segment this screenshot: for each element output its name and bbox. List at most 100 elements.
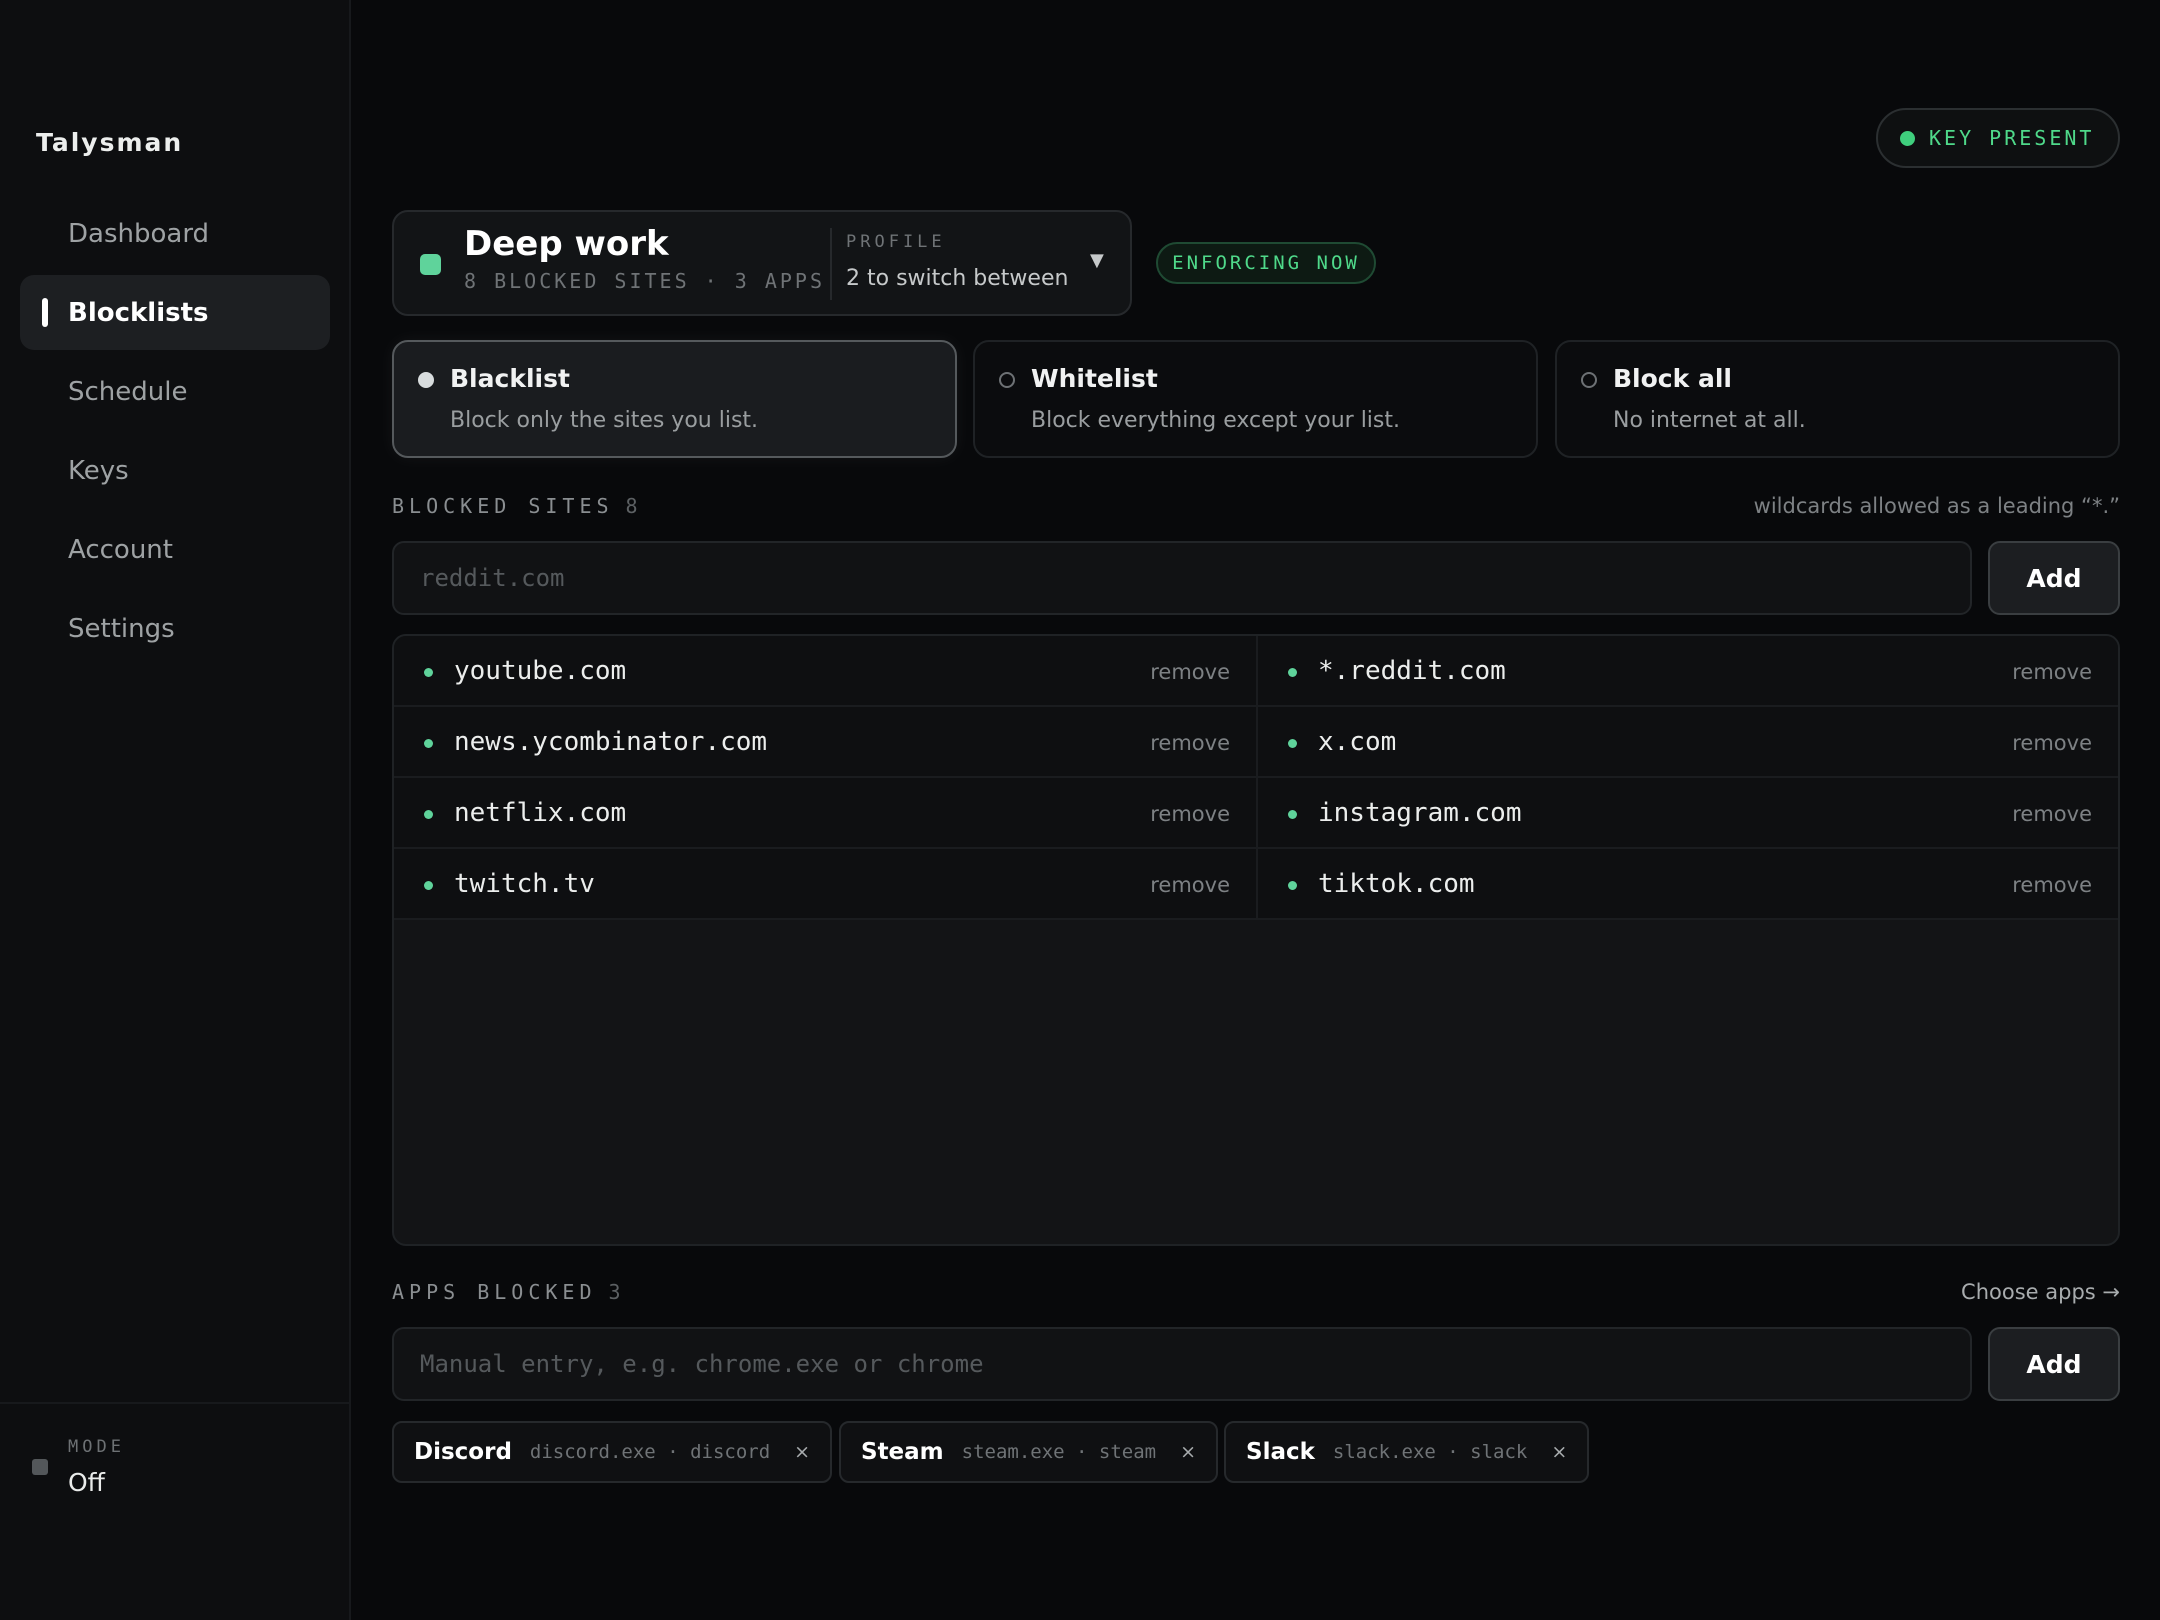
active-indicator: [42, 298, 48, 327]
wildcard-hint: wildcards allowed as a leading “*.”: [1753, 494, 2120, 518]
blocked-sites-count: 8: [625, 494, 643, 518]
remove-site-button[interactable]: remove: [1150, 731, 1230, 755]
sidebar: Talysman Dashboard Blocklists Schedule K…: [0, 0, 351, 1620]
mode-option-title: Whitelist: [1031, 364, 1158, 393]
divider: [830, 228, 832, 300]
mode-option-desc: Block everything except your list.: [1031, 408, 1400, 433]
remove-site-button[interactable]: remove: [2012, 873, 2092, 897]
bullet-icon: [424, 739, 433, 748]
site-name: instagram.com: [1318, 798, 1522, 828]
app-chip-meta: discord.exe · discord: [529, 1441, 771, 1463]
status-dot-icon: [1900, 130, 1915, 146]
choose-apps-link[interactable]: Choose apps →: [1961, 1280, 2120, 1304]
remove-site-button[interactable]: remove: [2012, 660, 2092, 684]
mode-indicator-icon: [32, 1459, 48, 1475]
apps-blocked-label: APPS BLOCKED: [392, 1280, 597, 1304]
app-chip-name: Discord: [414, 1439, 512, 1465]
site-name: tiktok.com: [1318, 869, 1475, 899]
radio-selected-icon: [418, 372, 434, 388]
mode-option-title: Block all: [1613, 364, 1732, 393]
apps-blocked-heading: APPS BLOCKED 3: [392, 1280, 626, 1304]
app-chip-meta: steam.exe · steam: [961, 1441, 1157, 1463]
blocked-sites-list: youtube.com remove *.reddit.com remove n…: [392, 634, 2120, 1246]
remove-site-button[interactable]: remove: [2012, 802, 2092, 826]
close-icon[interactable]: ×: [794, 1441, 810, 1463]
mode-option-blacklist[interactable]: Blacklist Block only the sites you list.: [392, 340, 957, 458]
bullet-icon: [424, 668, 433, 677]
add-site-button[interactable]: Add: [1988, 541, 2120, 615]
sidebar-item-account[interactable]: Account: [20, 512, 330, 587]
sidebar-item-blocklists[interactable]: Blocklists: [20, 275, 330, 350]
mode-label: MODE: [68, 1437, 125, 1457]
mode-option-desc: No internet at all.: [1613, 408, 1806, 433]
mode-option-whitelist[interactable]: Whitelist Block everything except your l…: [973, 340, 1538, 458]
mode-option-block-all[interactable]: Block all No internet at all.: [1555, 340, 2120, 458]
bullet-icon: [1288, 810, 1297, 819]
site-input[interactable]: reddit.com: [392, 541, 1972, 615]
bullet-icon: [1288, 881, 1297, 890]
list-item: news.ycombinator.com remove: [394, 707, 1256, 778]
list-item: twitch.tv remove: [394, 849, 1256, 920]
mode-option-title: Blacklist: [450, 364, 570, 393]
add-app-button[interactable]: Add: [1988, 1327, 2120, 1401]
profile-meta: 8 BLOCKED SITES · 3 APPS: [464, 269, 825, 293]
app-chip-discord: Discord discord.exe · discord ×: [392, 1421, 833, 1483]
remove-site-button[interactable]: remove: [2012, 731, 2092, 755]
bullet-icon: [1288, 668, 1297, 677]
profile-switch-hint: 2 to switch between: [846, 266, 1069, 291]
radio-icon: [1581, 372, 1597, 388]
mode-option-desc: Block only the sites you list.: [450, 408, 759, 433]
remove-site-button[interactable]: remove: [1150, 660, 1230, 684]
app-chip-name: Steam: [861, 1439, 944, 1465]
sidebar-item-label: Keys: [68, 455, 129, 486]
site-name: netflix.com: [454, 798, 627, 828]
profile-label: PROFILE: [846, 232, 946, 252]
bullet-icon: [424, 881, 433, 890]
apps-blocked-count: 3: [608, 1280, 626, 1304]
radio-icon: [999, 372, 1015, 388]
sidebar-item-label: Dashboard: [68, 218, 210, 249]
remove-site-button[interactable]: remove: [1150, 802, 1230, 826]
blocked-sites-heading: BLOCKED SITES 8: [392, 494, 643, 518]
sidebar-item-settings[interactable]: Settings: [20, 591, 330, 666]
blocked-sites-label: BLOCKED SITES: [392, 494, 614, 518]
sidebar-item-keys[interactable]: Keys: [20, 433, 330, 508]
sidebar-item-label: Settings: [68, 613, 175, 644]
sidebar-item-label: Account: [68, 534, 173, 565]
app-logo-text: Talysman: [36, 128, 184, 157]
site-name: news.ycombinator.com: [454, 727, 768, 757]
site-name: *.reddit.com: [1318, 656, 1506, 686]
list-item: tiktok.com remove: [1256, 849, 2118, 920]
key-status-text: KEY PRESENT: [1929, 126, 2095, 150]
app-chip-slack: Slack slack.exe · slack ×: [1224, 1421, 1590, 1483]
list-item: youtube.com remove: [394, 636, 1256, 707]
list-item: *.reddit.com remove: [1256, 636, 2118, 707]
sidebar-item-label: Blocklists: [68, 297, 209, 328]
mode-status[interactable]: MODE Off: [0, 1402, 349, 1620]
app-input[interactable]: Manual entry, e.g. chrome.exe or chrome: [392, 1327, 1972, 1401]
profile-name: Deep work: [464, 224, 669, 264]
enforcing-badge: ENFORCING NOW: [1156, 242, 1376, 284]
profile-color-swatch: [420, 254, 441, 275]
site-name: x.com: [1318, 727, 1397, 757]
app-chip-name: Slack: [1246, 1439, 1315, 1465]
app-chip-meta: slack.exe · slack: [1332, 1441, 1528, 1463]
bullet-icon: [424, 810, 433, 819]
list-item: x.com remove: [1256, 707, 2118, 778]
sidebar-item-schedule[interactable]: Schedule: [20, 354, 330, 429]
site-name: twitch.tv: [454, 869, 595, 899]
profile-selector[interactable]: Deep work 8 BLOCKED SITES · 3 APPS PROFI…: [392, 210, 1132, 316]
key-status-badge: KEY PRESENT: [1876, 108, 2120, 168]
sidebar-item-dashboard[interactable]: Dashboard: [20, 196, 330, 271]
bullet-icon: [1288, 739, 1297, 748]
chevron-down-icon[interactable]: ▼: [1090, 250, 1104, 271]
close-icon[interactable]: ×: [1180, 1441, 1196, 1463]
mode-value: Off: [68, 1468, 105, 1497]
sidebar-nav: Dashboard Blocklists Schedule Keys Accou…: [20, 196, 330, 670]
remove-site-button[interactable]: remove: [1150, 873, 1230, 897]
app-chip-steam: Steam steam.exe · steam ×: [839, 1421, 1219, 1483]
list-item: instagram.com remove: [1256, 778, 2118, 849]
sidebar-item-label: Schedule: [68, 376, 188, 407]
site-name: youtube.com: [454, 656, 627, 686]
close-icon[interactable]: ×: [1551, 1441, 1567, 1463]
